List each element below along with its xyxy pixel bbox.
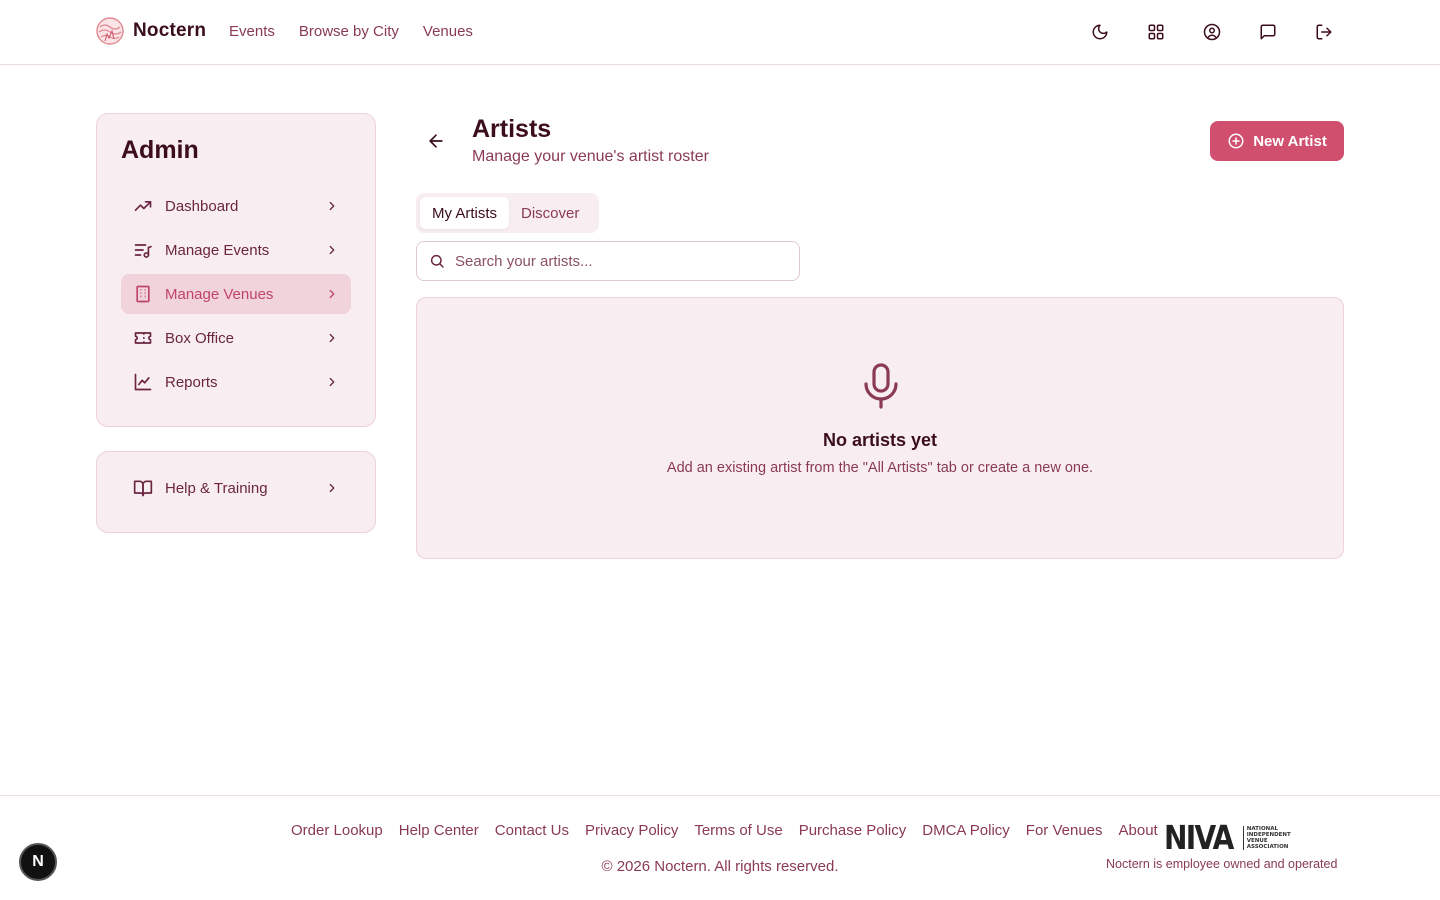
footer-link-for-venues[interactable]: For Venues bbox=[1026, 822, 1103, 839]
brand-logo-link[interactable]: Noctern bbox=[96, 17, 206, 45]
chevron-right-icon bbox=[329, 377, 335, 387]
search-icon bbox=[430, 254, 444, 268]
sidebar-item-label: Manage Events bbox=[165, 241, 270, 259]
chevron-right-icon bbox=[329, 483, 335, 493]
artist-tabs: My Artists Discover bbox=[416, 193, 599, 233]
niva-logo[interactable]: NIVA NATIONAL INDEPENDENT VENUE ASSOCIAT… bbox=[1164, 818, 1291, 857]
footer-link-about[interactable]: About bbox=[1119, 822, 1158, 839]
new-artist-button[interactable]: New Artist bbox=[1210, 121, 1344, 161]
building-icon bbox=[136, 285, 150, 303]
chevron-right-icon bbox=[329, 289, 335, 299]
main-nav: Events Browse by City Venues bbox=[229, 23, 473, 40]
sidebar-item-label: Manage Venues bbox=[165, 285, 274, 303]
empty-state-description: Add an existing artist from the "All Art… bbox=[666, 460, 1094, 476]
sidebar-item-manage-venues[interactable]: Manage Venues bbox=[121, 274, 351, 314]
brand-logo-icon bbox=[96, 17, 124, 45]
niva-wordmark: NIVA bbox=[1164, 818, 1234, 857]
search-box bbox=[416, 241, 800, 281]
sidebar-item-box-office[interactable]: Box Office bbox=[121, 318, 351, 358]
footer-link-purchase-policy[interactable]: Purchase Policy bbox=[799, 822, 907, 839]
microphone-icon bbox=[864, 363, 898, 409]
footer: Order Lookup Help Center Contact Us Priv… bbox=[0, 795, 1440, 900]
sidebar-item-label: Dashboard bbox=[165, 197, 239, 215]
message-icon[interactable] bbox=[1256, 20, 1280, 44]
user-circle-icon[interactable] bbox=[1200, 20, 1224, 44]
new-artist-label: New Artist bbox=[1253, 132, 1327, 150]
sidebar-item-dashboard[interactable]: Dashboard bbox=[121, 186, 351, 226]
footer-link-dmca-policy[interactable]: DMCA Policy bbox=[922, 822, 1010, 839]
sidebar-item-label: Reports bbox=[165, 373, 218, 391]
header-actions bbox=[1088, 20, 1336, 44]
footer-link-terms-of-use[interactable]: Terms of Use bbox=[694, 822, 782, 839]
top-navbar: Noctern Events Browse by City Venues bbox=[0, 0, 1440, 65]
search-input[interactable] bbox=[455, 252, 787, 270]
nav-link-browse-by-city[interactable]: Browse by City bbox=[299, 23, 399, 40]
footer-tagline: Noctern is employee owned and operated bbox=[1106, 857, 1338, 871]
nav-link-venues[interactable]: Venues bbox=[423, 23, 473, 40]
line-chart-icon bbox=[134, 373, 152, 391]
logout-icon[interactable] bbox=[1312, 20, 1336, 44]
nav-link-events[interactable]: Events bbox=[229, 23, 275, 40]
apps-grid-icon[interactable] bbox=[1144, 20, 1168, 44]
footer-link-order-lookup[interactable]: Order Lookup bbox=[291, 822, 383, 839]
admin-sidebar: Admin Dashboard Manage Events Manage Ven… bbox=[96, 113, 376, 427]
page-title: Artists bbox=[472, 115, 552, 143]
footer-link-help-center[interactable]: Help Center bbox=[399, 822, 479, 839]
sidebar-item-label: Help & Training bbox=[165, 479, 268, 497]
help-card: Help & Training bbox=[96, 451, 376, 533]
footer-link-contact-us[interactable]: Contact Us bbox=[495, 822, 569, 839]
sidebar-title: Admin bbox=[121, 136, 199, 164]
chevron-right-icon bbox=[329, 201, 335, 211]
ticket-icon bbox=[134, 332, 152, 344]
sidebar-item-reports[interactable]: Reports bbox=[121, 362, 351, 402]
tab-discover[interactable]: Discover bbox=[509, 197, 591, 229]
brand-name: Noctern bbox=[133, 20, 207, 41]
dev-tools-badge[interactable]: N bbox=[19, 843, 57, 881]
chevron-right-icon bbox=[329, 245, 335, 255]
tab-my-artists[interactable]: My Artists bbox=[420, 197, 510, 229]
niva-subtitle: NATIONAL INDEPENDENT VENUE ASSOCIATION bbox=[1242, 825, 1291, 851]
book-open-icon bbox=[133, 480, 153, 497]
page-subtitle: Manage your venue's artist roster bbox=[472, 148, 709, 165]
trending-up-icon bbox=[134, 201, 152, 211]
sidebar-item-help-training[interactable]: Help & Training bbox=[121, 468, 351, 508]
back-button[interactable] bbox=[426, 131, 446, 151]
empty-state-panel: No artists yet Add an existing artist fr… bbox=[416, 297, 1344, 559]
moon-icon[interactable] bbox=[1088, 20, 1112, 44]
footer-links: Order Lookup Help Center Contact Us Priv… bbox=[291, 822, 1158, 839]
playlist-music-icon bbox=[134, 244, 152, 258]
sidebar-item-label: Box Office bbox=[165, 329, 234, 347]
arrow-left-icon bbox=[429, 134, 443, 148]
chevron-right-icon bbox=[329, 333, 335, 343]
sidebar-item-manage-events[interactable]: Manage Events bbox=[121, 230, 351, 270]
niva-sub-line: ASSOCIATION bbox=[1246, 844, 1289, 851]
footer-link-privacy-policy[interactable]: Privacy Policy bbox=[585, 822, 678, 839]
empty-state-title: No artists yet bbox=[822, 430, 938, 450]
plus-circle-icon bbox=[1228, 133, 1244, 149]
